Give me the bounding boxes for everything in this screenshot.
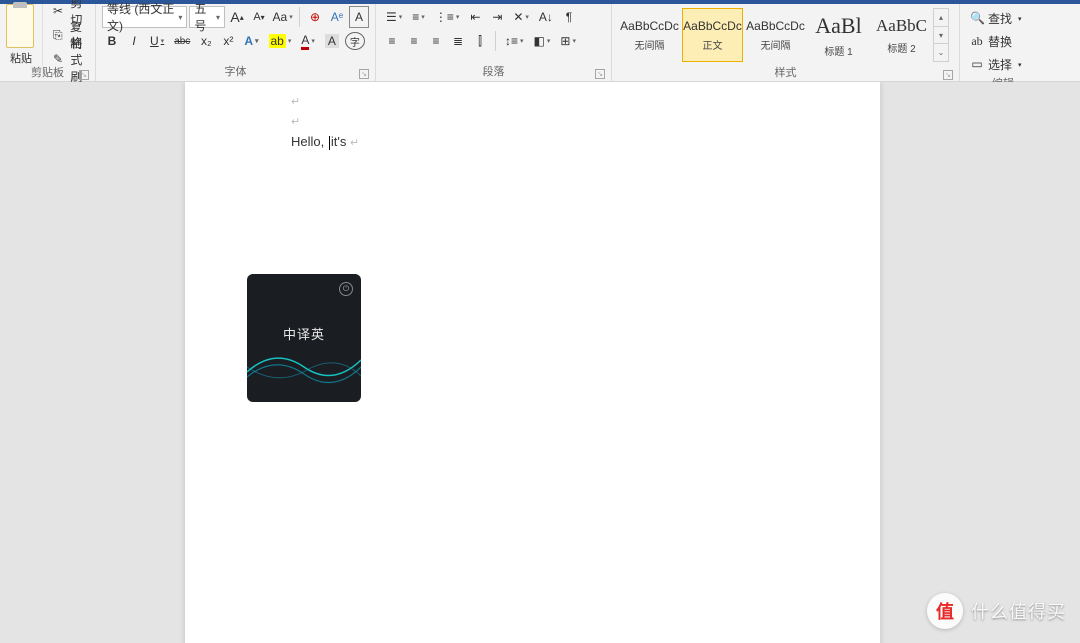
highlight-button[interactable]: ab▾ (265, 30, 296, 52)
decrease-indent-button[interactable]: ⇤ (465, 6, 485, 28)
paragraph-1: ↵ (291, 92, 774, 112)
styles-group-label: 样式↘ (618, 64, 953, 82)
shading-button[interactable]: ◧▾ (530, 30, 555, 52)
char-border-button[interactable]: A (349, 6, 369, 28)
phonetic-guide-button[interactable]: ⊕ (305, 6, 325, 28)
style-item-heading2[interactable]: AaBbC 标题 2 (871, 8, 932, 62)
style-item-3[interactable]: AaBbCcDc 无间隔 (745, 8, 806, 62)
font-name-combo[interactable]: 等线 (西文正文)▾ (102, 6, 187, 28)
document-area: ↵ ↵ Hello, it's ↵ ⏻ 中译英 值 什么值得买 (0, 82, 1080, 643)
clear-formatting-button[interactable]: Aᵉ (327, 6, 347, 28)
align-right-button[interactable]: ≡ (426, 30, 446, 52)
change-case-button[interactable]: Aa▾ (271, 6, 294, 28)
strikethrough-button[interactable]: abc (170, 30, 194, 52)
clipboard-group-label: 剪贴板↘ (6, 64, 89, 82)
text-cursor (329, 136, 330, 150)
show-marks-button[interactable]: ¶ (559, 6, 579, 28)
shrink-font-button[interactable]: A▾ (249, 6, 269, 28)
clipboard-icon (6, 4, 34, 48)
translator-label: 中译英 (247, 324, 361, 343)
gallery-scroll: ▴ ▾ ⌄ (933, 8, 949, 62)
group-paragraph: ☰▾ ≡▾ ⋮≡▾ ⇤ ⇥ ✕▾ A↓ ¶ ≡ ≡ ≡ ≣ ⫿ ↕≡▾ ◧▾ ⊞… (376, 4, 612, 81)
asian-layout-button[interactable]: ✕▾ (509, 6, 533, 28)
numbering-button[interactable]: ≡▾ (408, 6, 429, 28)
select-icon: ▭ (970, 57, 984, 72)
italic-button[interactable]: I (124, 30, 144, 52)
superscript-button[interactable]: x² (218, 30, 238, 52)
bold-button[interactable]: B (102, 30, 122, 52)
separator (299, 7, 300, 27)
grow-font-button[interactable]: A▴ (227, 6, 247, 28)
paste-button[interactable]: 粘贴 (6, 4, 43, 66)
underline-button[interactable]: U▾ (146, 30, 168, 52)
sort-button[interactable]: A↓ (535, 6, 557, 28)
translator-widget[interactable]: ⏻ 中译英 (247, 274, 361, 402)
styles-gallery: AaBbCcDc 无间隔 AaBbCcDc 正文 AaBbCcDc 无间隔 Aa… (618, 6, 953, 64)
paragraph-2: ↵ (291, 112, 774, 132)
text-effects-button[interactable]: A▾ (240, 30, 262, 52)
gallery-more-icon[interactable]: ⌄ (934, 43, 948, 61)
font-size-combo[interactable]: 五号▾ (189, 6, 225, 28)
subscript-button[interactable]: x₂ (196, 30, 216, 52)
paragraph-group-label: 段落↘ (382, 63, 605, 81)
style-item-1[interactable]: AaBbCcDc 无间隔 (619, 8, 680, 62)
ribbon: 粘贴 ✂ 剪切 ⎘ 复制 ✎ 格式刷 剪贴板↘ 等线 (西文正文)▾ 五号▾ A… (0, 4, 1080, 82)
paragraph-launcher-icon[interactable]: ↘ (595, 69, 605, 79)
select-button[interactable]: ▭选择▾ (966, 54, 1040, 75)
pin-icon[interactable]: ⏻ (339, 282, 353, 296)
group-clipboard: 粘贴 ✂ 剪切 ⎘ 复制 ✎ 格式刷 剪贴板↘ (0, 4, 96, 81)
copy-icon: ⎘ (53, 28, 63, 43)
multilevel-button[interactable]: ⋮≡▾ (431, 6, 464, 28)
font-group-label: 字体↘ (102, 63, 369, 81)
clipboard-launcher-icon[interactable]: ↘ (79, 70, 89, 80)
font-color-button[interactable]: A▾ (297, 30, 319, 52)
watermark: 值 什么值得买 (927, 593, 1066, 629)
align-left-button[interactable]: ≡ (382, 30, 402, 52)
style-item-normal[interactable]: AaBbCcDc 正文 (682, 8, 743, 62)
font-launcher-icon[interactable]: ↘ (359, 69, 369, 79)
styles-launcher-icon[interactable]: ↘ (943, 70, 953, 80)
paragraph-3: Hello, it's ↵ (291, 132, 774, 153)
find-icon: 🔍 (970, 11, 984, 26)
wave-decoration-icon (247, 342, 361, 392)
group-styles: AaBbCcDc 无间隔 AaBbCcDc 正文 AaBbCcDc 无间隔 Aa… (612, 4, 960, 81)
line-spacing-button[interactable]: ↕≡▾ (501, 30, 528, 52)
distribute-button[interactable]: ⫿ (470, 30, 490, 52)
enclose-char-button[interactable]: 字 (345, 32, 365, 50)
find-button[interactable]: 🔍查找▾ (966, 8, 1040, 29)
group-font: 等线 (西文正文)▾ 五号▾ A▴ A▾ Aa▾ ⊕ Aᵉ A B I U▾ a… (96, 4, 376, 81)
scissors-icon: ✂ (53, 4, 63, 18)
group-editing: 🔍查找▾ ab替换 ▭选择▾ 编辑 (960, 4, 1046, 81)
replace-button[interactable]: ab替换 (966, 31, 1040, 52)
bullets-button[interactable]: ☰▾ (382, 6, 406, 28)
align-center-button[interactable]: ≡ (404, 30, 424, 52)
justify-button[interactable]: ≣ (448, 30, 468, 52)
gallery-up-icon[interactable]: ▴ (934, 9, 948, 26)
style-item-heading1[interactable]: AaBl 标题 1 (808, 8, 869, 62)
replace-icon: ab (970, 34, 984, 49)
watermark-text: 什么值得买 (971, 598, 1066, 624)
char-shading-button[interactable]: A (321, 30, 343, 52)
borders-button[interactable]: ⊞▾ (556, 30, 580, 52)
gallery-down-icon[interactable]: ▾ (934, 26, 948, 44)
watermark-badge-icon: 值 (927, 593, 963, 629)
separator (495, 31, 496, 51)
increase-indent-button[interactable]: ⇥ (487, 6, 507, 28)
